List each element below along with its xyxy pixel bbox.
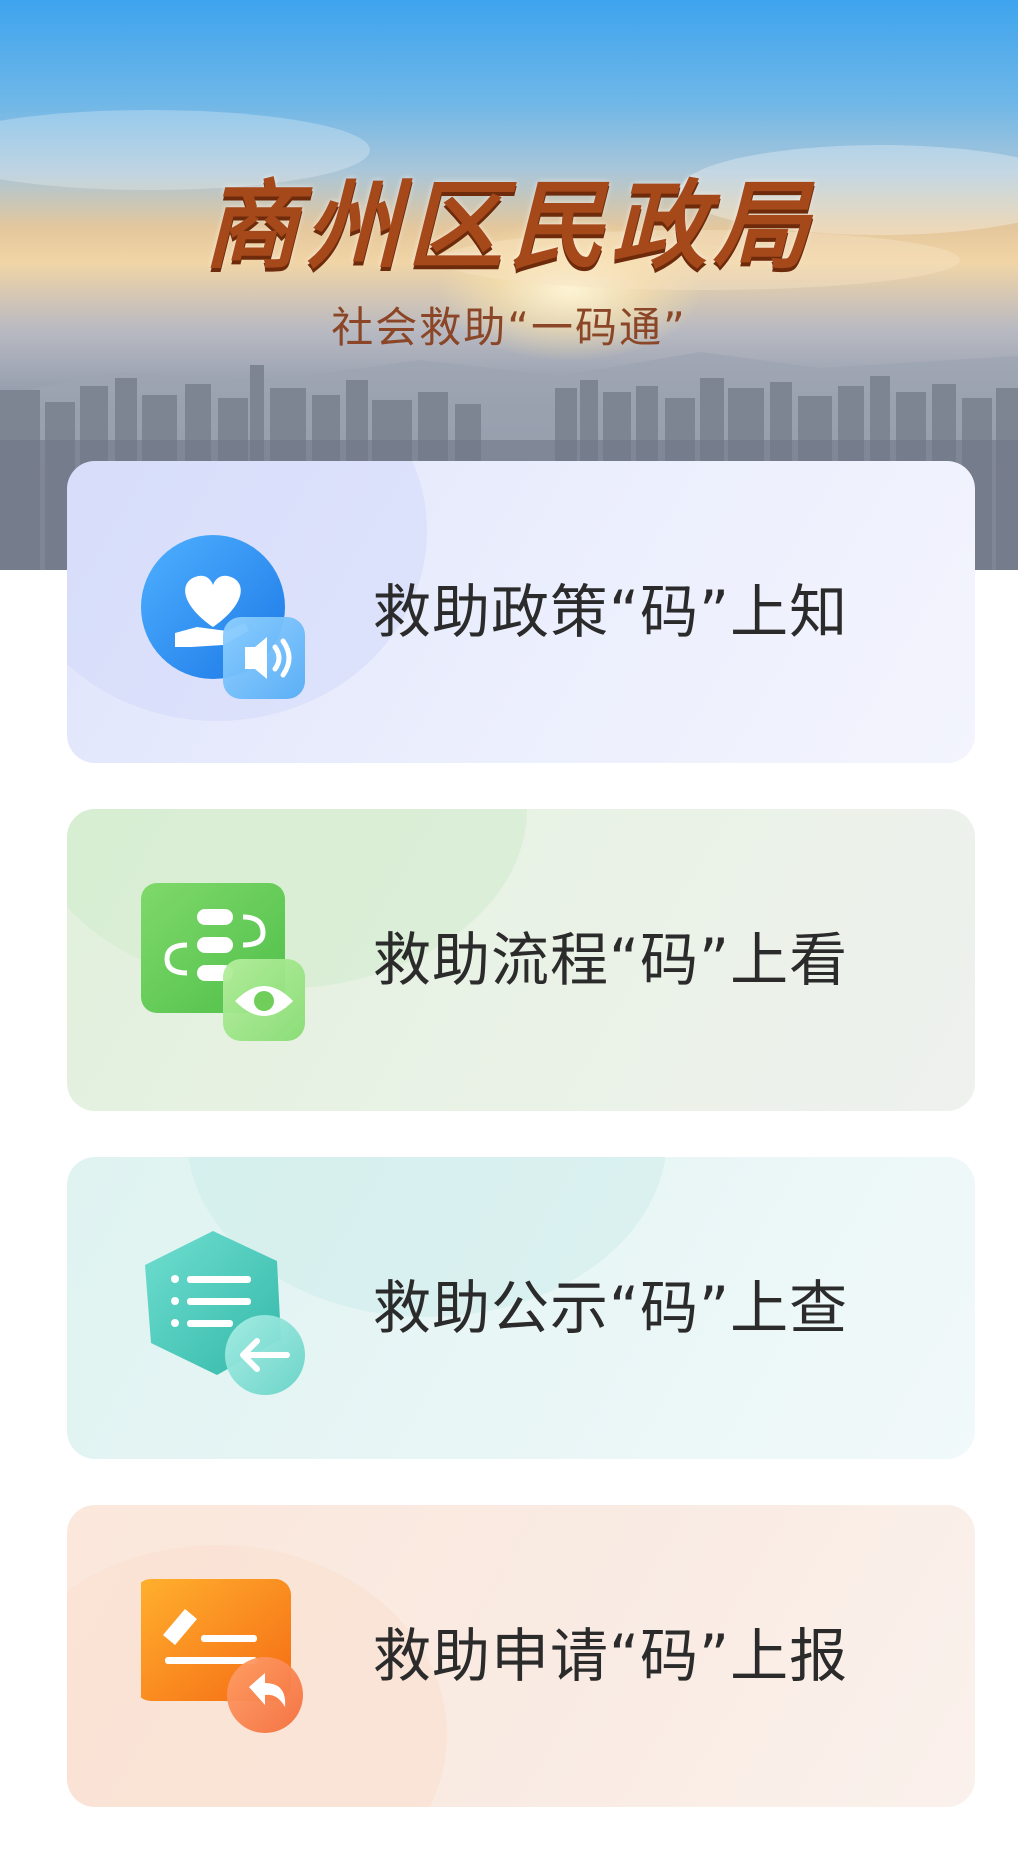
- policy-card-label: 救助政策“码”上知: [373, 578, 849, 646]
- page-title: 商州区民政局: [203, 170, 815, 282]
- list-return-icon: [141, 1231, 311, 1401]
- publicity-card[interactable]: 救助公示“码”上查: [67, 1157, 975, 1459]
- application-card[interactable]: 救助申请“码”上报: [67, 1505, 975, 1807]
- publicity-card-label: 救助公示“码”上查: [373, 1274, 849, 1342]
- process-card[interactable]: 救助流程“码”上看: [67, 809, 975, 1111]
- policy-card[interactable]: 救助政策“码”上知: [67, 461, 975, 763]
- process-card-label: 救助流程“码”上看: [373, 926, 849, 994]
- page-subtitle: 社会救助“一码通”: [331, 303, 687, 352]
- heart-hand-speaker-icon: [141, 535, 311, 705]
- application-card-label: 救助申请“码”上报: [373, 1622, 849, 1690]
- flow-eye-icon: [141, 883, 311, 1053]
- edit-reply-icon: [135, 1579, 311, 1749]
